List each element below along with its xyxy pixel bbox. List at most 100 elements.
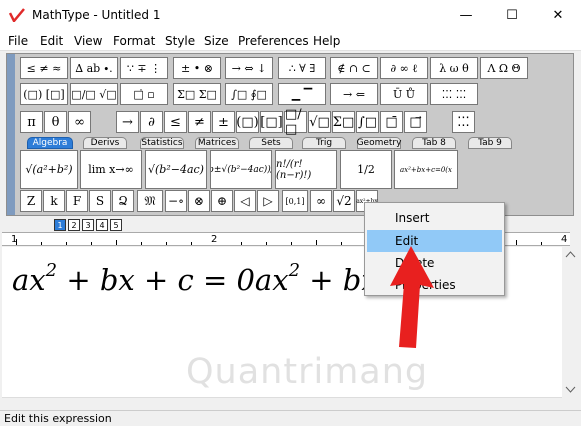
- symbol-s-button[interactable]: S: [89, 190, 111, 212]
- arrows-palette[interactable]: → ⇔ ↓: [225, 57, 273, 79]
- greek-lower-palette[interactable]: λ ω θ: [430, 57, 478, 79]
- ruler-tick: [316, 240, 317, 245]
- symbol-fraktur-button[interactable]: 𝔐: [137, 190, 163, 212]
- horizontal-scrollbar[interactable]: [2, 397, 562, 410]
- integral-palette[interactable]: ∫□ ∮□: [225, 83, 273, 105]
- underbar-palette[interactable]: ▁ ▔: [278, 83, 326, 105]
- template-limit[interactable]: lim x→∞: [80, 150, 142, 189]
- arrow-symbol-button[interactable]: →: [116, 111, 139, 133]
- template-combination[interactable]: n!/(r!(n−r)!): [275, 150, 337, 189]
- status-bar: Edit this expression: [0, 410, 581, 426]
- menu-file[interactable]: File: [8, 34, 28, 48]
- menu-preferences[interactable]: Preferences: [238, 34, 309, 48]
- watermark: Quantrimang: [186, 352, 429, 392]
- greek-upper-palette[interactable]: Λ Ω Θ: [480, 57, 528, 79]
- fences-palette[interactable]: (□) [□]: [20, 83, 68, 105]
- symbol-otimes-button[interactable]: ⊗: [188, 190, 210, 212]
- template-fraction-half[interactable]: 1/2: [340, 150, 392, 189]
- symbol-infinity-button[interactable]: ∞: [310, 190, 332, 212]
- fractions-palette[interactable]: □/□ √□: [70, 83, 118, 105]
- symbol-compose-button[interactable]: −∘: [165, 190, 187, 212]
- matrices-palette[interactable]: ⁚⁚⁚ ⁚⁚⁚: [430, 83, 478, 105]
- menu-view[interactable]: View: [74, 34, 102, 48]
- ruler-tick: [91, 242, 92, 245]
- integral-template-button[interactable]: ∫□: [356, 111, 379, 133]
- symbol-z-button[interactable]: Z: [20, 190, 42, 212]
- tab-derivs[interactable]: Derivs: [83, 137, 127, 149]
- size-2-button[interactable]: 2: [68, 219, 80, 231]
- overbar-template-button[interactable]: □̄: [380, 111, 403, 133]
- parens-template-button[interactable]: (□): [236, 111, 259, 133]
- ruler-mark-4: 4: [561, 234, 568, 245]
- template-quadratic-equation[interactable]: ax²+bx+c=0(x: [394, 150, 458, 189]
- tab-trig[interactable]: Trig: [302, 137, 346, 149]
- minimize-button[interactable]: —: [443, 0, 489, 31]
- template-discriminant[interactable]: √(b²−4ac): [145, 150, 207, 189]
- tab-sets[interactable]: Sets: [249, 137, 293, 149]
- leq-symbol-button[interactable]: ≤: [164, 111, 187, 133]
- size-1-button[interactable]: 1: [54, 219, 66, 231]
- pi-symbol-button[interactable]: π: [20, 111, 43, 133]
- symbol-right-triangle-button[interactable]: ▷: [257, 190, 279, 212]
- products-palette[interactable]: Ū Ů: [380, 83, 428, 105]
- labeled-arrows-palette[interactable]: → ⇐: [330, 83, 378, 105]
- plusminus-symbol-button[interactable]: ±: [212, 111, 235, 133]
- menu-style[interactable]: Style: [165, 34, 195, 48]
- ruler-tick: [266, 242, 267, 245]
- toolbar-grip[interactable]: [7, 54, 15, 215]
- sqrt-template-button[interactable]: √□: [308, 111, 331, 133]
- infinity-symbol-button[interactable]: ∞: [68, 111, 91, 133]
- menu-size[interactable]: Size: [204, 34, 229, 48]
- operators-palette[interactable]: ± • ⊗: [173, 57, 221, 79]
- tab-matrices[interactable]: Matrices: [195, 137, 239, 149]
- ruler-tick: [516, 240, 517, 245]
- partial-symbol-button[interactable]: ∂: [140, 111, 163, 133]
- tab-statistics[interactable]: Statistics: [140, 137, 184, 149]
- maximize-button[interactable]: ☐: [489, 0, 535, 31]
- menu-edit[interactable]: Edit: [40, 34, 63, 48]
- vector-template-button[interactable]: □⃗: [404, 111, 427, 133]
- template-quadratic-formula[interactable]: (−b±√(b²−4ac))/2a: [210, 150, 272, 189]
- matrix-template-button[interactable]: ⁚⁚⁚: [452, 111, 475, 133]
- subscript-palette[interactable]: □̇ ▫: [120, 83, 168, 105]
- symbol-f-button[interactable]: F: [66, 190, 88, 212]
- theta-symbol-button[interactable]: θ: [44, 111, 67, 133]
- scroll-down-icon[interactable]: [562, 381, 579, 397]
- logical-palette[interactable]: ∴ ∀ ∃: [278, 57, 326, 79]
- neq-symbol-button[interactable]: ≠: [188, 111, 211, 133]
- size-5-button[interactable]: 5: [110, 219, 122, 231]
- ruler-tick: [141, 242, 142, 245]
- tab-9[interactable]: Tab 9: [468, 137, 512, 149]
- summation-palette[interactable]: Σ□ Σ□: [173, 83, 221, 105]
- ruler-tick: [341, 242, 342, 245]
- symbol-interval-button[interactable]: [0,1]: [282, 190, 308, 212]
- tab-geometry[interactable]: Geometry: [357, 137, 401, 149]
- size-4-button[interactable]: 4: [96, 219, 108, 231]
- equation-exponent-2: 2: [288, 260, 301, 281]
- tab-8[interactable]: Tab 8: [412, 137, 456, 149]
- size-3-button[interactable]: 3: [82, 219, 94, 231]
- relations-palette[interactable]: ≤ ≠ ≈: [20, 57, 68, 79]
- template-pythagorean[interactable]: √(a²+b²): [20, 150, 78, 189]
- symbol-left-triangle-button[interactable]: ◁: [234, 190, 256, 212]
- ruler-tick: [241, 242, 242, 245]
- scroll-up-icon[interactable]: [562, 247, 579, 263]
- embellishments-palette[interactable]: ∵ ∓ ⋮: [120, 57, 168, 79]
- symbol-k-button[interactable]: k: [43, 190, 65, 212]
- vertical-scrollbar[interactable]: [562, 247, 579, 397]
- sum-template-button[interactable]: Σ□: [332, 111, 355, 133]
- menu-format[interactable]: Format: [113, 34, 155, 48]
- set-theory-palette[interactable]: ∉ ∩ ⊂: [330, 57, 378, 79]
- spaces-palette[interactable]: ∆ ab ∙.: [70, 57, 118, 79]
- brackets-template-button[interactable]: [□]: [260, 111, 283, 133]
- fraction-template-button[interactable]: □/□: [284, 107, 307, 137]
- tab-algebra[interactable]: Algebra: [27, 137, 73, 149]
- ruler-tick: [41, 242, 42, 245]
- menu-help[interactable]: Help: [313, 34, 340, 48]
- symbol-sqrt2-button[interactable]: √2: [333, 190, 355, 212]
- close-button[interactable]: ✕: [535, 0, 581, 31]
- misc-symbols-palette[interactable]: ∂ ∞ ℓ: [380, 57, 428, 79]
- symbol-oplus-button[interactable]: ⊕: [211, 190, 233, 212]
- symbol-script-button[interactable]: Ձ: [112, 190, 134, 212]
- context-menu-insert[interactable]: Insert: [367, 207, 502, 229]
